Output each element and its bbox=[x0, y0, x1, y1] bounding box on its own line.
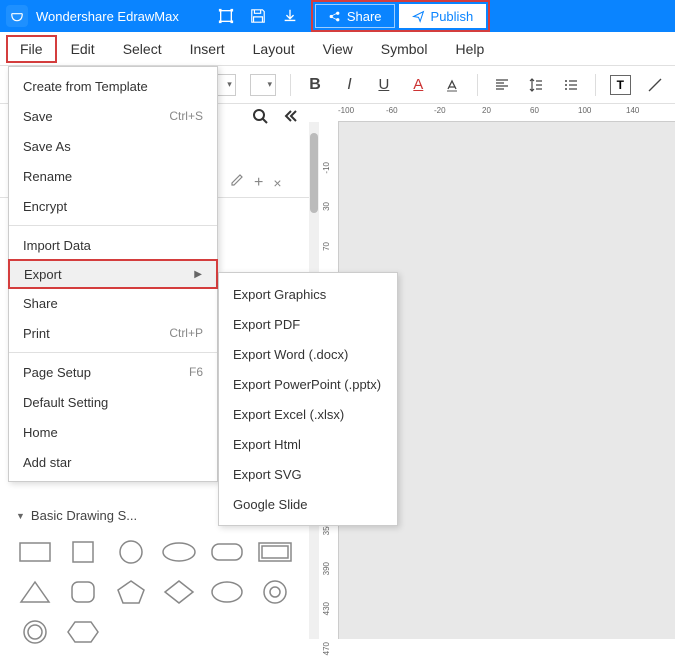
app-logo bbox=[6, 5, 28, 27]
shape-ellipse[interactable] bbox=[158, 535, 200, 569]
export-graphics[interactable]: Export Graphics bbox=[219, 279, 397, 309]
menu-encrypt[interactable]: Encrypt bbox=[9, 191, 217, 221]
italic-button[interactable]: I bbox=[339, 73, 359, 97]
publish-button[interactable]: Publish bbox=[399, 4, 487, 28]
shape-rounded-rect[interactable] bbox=[206, 535, 248, 569]
menu-file[interactable]: File bbox=[6, 35, 57, 63]
file-menu: Create from Template SaveCtrl+S Save As … bbox=[8, 66, 218, 482]
shape-rectangle[interactable] bbox=[14, 535, 56, 569]
shape-triangle[interactable] bbox=[14, 575, 56, 609]
chevron-down-icon: ▼ bbox=[16, 511, 25, 521]
share-button[interactable]: Share bbox=[315, 4, 395, 28]
fill-color-dropdown[interactable]: ▾ bbox=[250, 74, 276, 96]
menu-symbol[interactable]: Symbol bbox=[367, 35, 442, 63]
publish-icon bbox=[412, 10, 425, 23]
fit-icon[interactable] bbox=[217, 7, 235, 25]
titlebar: Wondershare EdrawMax Share Publish bbox=[0, 0, 675, 32]
menu-home[interactable]: Home bbox=[9, 417, 217, 447]
submenu-arrow-icon: ▶ bbox=[194, 269, 202, 280]
menu-view[interactable]: View bbox=[309, 35, 367, 63]
menubar: File Edit Select Insert Layout View Symb… bbox=[0, 32, 675, 66]
share-icon bbox=[328, 10, 341, 23]
menu-insert[interactable]: Insert bbox=[176, 35, 239, 63]
export-powerpoint[interactable]: Export PowerPoint (.pptx) bbox=[219, 369, 397, 399]
export-pdf[interactable]: Export PDF bbox=[219, 309, 397, 339]
export-submenu: Export Graphics Export PDF Export Word (… bbox=[218, 272, 398, 526]
menu-export[interactable]: Export▶ bbox=[8, 259, 218, 289]
menu-layout[interactable]: Layout bbox=[239, 35, 309, 63]
horizontal-ruler: -100 -60 -20 20 60 100 140 bbox=[338, 104, 675, 122]
highlight-button[interactable] bbox=[443, 73, 463, 97]
shape-hexagon[interactable] bbox=[62, 615, 104, 649]
shape-double-rect[interactable] bbox=[254, 535, 296, 569]
bullets-button[interactable] bbox=[561, 73, 581, 97]
menu-create-template[interactable]: Create from Template bbox=[9, 71, 217, 101]
menu-import-data[interactable]: Import Data bbox=[9, 230, 217, 260]
shape-diamond[interactable] bbox=[158, 575, 200, 609]
underline-button[interactable]: U bbox=[374, 73, 394, 97]
menu-share[interactable]: Share bbox=[9, 288, 217, 318]
export-word[interactable]: Export Word (.docx) bbox=[219, 339, 397, 369]
text-tool-button[interactable]: T bbox=[610, 75, 631, 95]
save-icon[interactable] bbox=[249, 7, 267, 25]
share-publish-group: Share Publish bbox=[311, 0, 490, 32]
menu-edit[interactable]: Edit bbox=[57, 35, 109, 63]
menu-save[interactable]: SaveCtrl+S bbox=[9, 101, 217, 131]
menu-help[interactable]: Help bbox=[441, 35, 498, 63]
shape-oval[interactable] bbox=[206, 575, 248, 609]
download-icon[interactable] bbox=[281, 7, 299, 25]
bold-button[interactable]: B bbox=[305, 73, 325, 97]
shape-rounded-square[interactable] bbox=[62, 575, 104, 609]
menu-print[interactable]: PrintCtrl+P bbox=[9, 318, 217, 348]
shape-square[interactable] bbox=[62, 535, 104, 569]
menu-save-as[interactable]: Save As bbox=[9, 131, 217, 161]
menu-select[interactable]: Select bbox=[109, 35, 176, 63]
menu-default-setting[interactable]: Default Setting bbox=[9, 387, 217, 417]
connector-button[interactable] bbox=[645, 73, 665, 97]
publish-label: Publish bbox=[431, 9, 474, 24]
export-excel[interactable]: Export Excel (.xlsx) bbox=[219, 399, 397, 429]
menu-add-star[interactable]: Add star bbox=[9, 447, 217, 477]
shape-circle[interactable] bbox=[110, 535, 152, 569]
shape-ring[interactable] bbox=[14, 615, 56, 649]
align-left-button[interactable] bbox=[492, 73, 512, 97]
shape-pentagon[interactable] bbox=[110, 575, 152, 609]
export-google-slide[interactable]: Google Slide bbox=[219, 489, 397, 519]
export-svg[interactable]: Export SVG bbox=[219, 459, 397, 489]
menu-rename[interactable]: Rename bbox=[9, 161, 217, 191]
menu-page-setup[interactable]: Page SetupF6 bbox=[9, 357, 217, 387]
app-title: Wondershare EdrawMax bbox=[36, 9, 179, 24]
share-label: Share bbox=[347, 9, 382, 24]
font-color-button[interactable]: A bbox=[408, 73, 428, 97]
export-html[interactable]: Export Html bbox=[219, 429, 397, 459]
line-spacing-button[interactable] bbox=[526, 73, 546, 97]
shape-donut[interactable] bbox=[254, 575, 296, 609]
